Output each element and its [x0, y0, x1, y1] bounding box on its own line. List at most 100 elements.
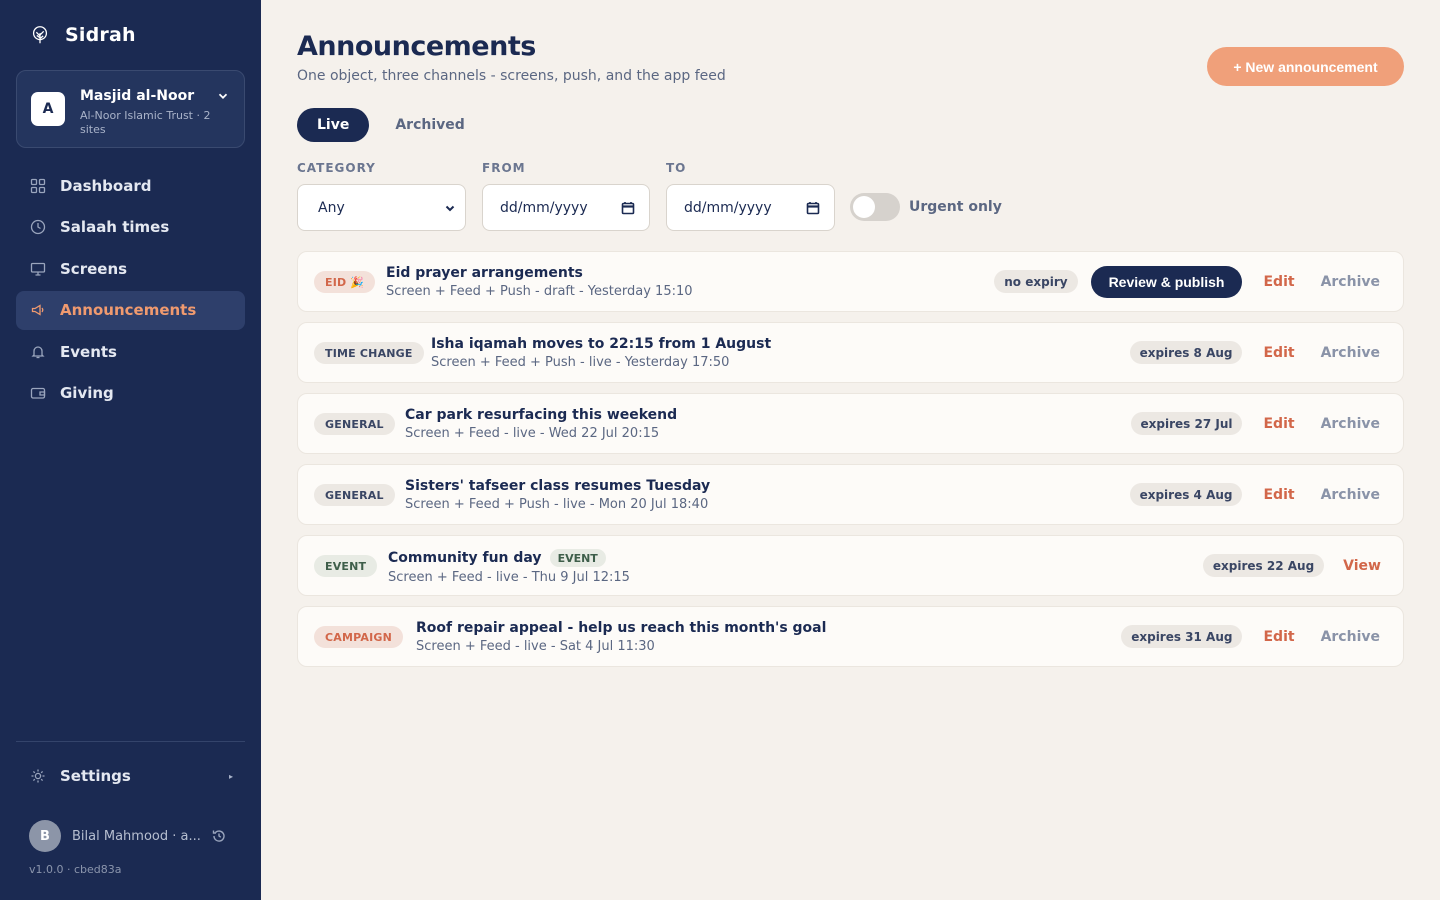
sidebar-item-settings[interactable]: Settings ▸ [16, 758, 245, 794]
archive-link[interactable]: Archive [1321, 487, 1380, 503]
chevron-down-icon [445, 205, 455, 212]
list-item[interactable]: EID 🎉 Eid prayer arrangements Screen + F… [297, 251, 1404, 312]
sidebar-divider [16, 741, 245, 742]
announcement-title-row: Community fun day EVENT [388, 549, 630, 567]
sidebar-item-label: Giving [60, 384, 114, 403]
history-icon[interactable] [211, 828, 227, 844]
announcement-title: Sisters' tafseer class resumes Tuesday [405, 478, 711, 494]
toggle-knob [853, 196, 875, 218]
announcement-meta: Screen + Feed - live - Sat 4 Jul 11:30 [416, 639, 655, 654]
edit-link[interactable]: Edit [1263, 274, 1294, 290]
category-badge: EID 🎉 [314, 271, 376, 293]
sidebar-item-label: Announcements [60, 301, 197, 320]
calendar-icon[interactable] [621, 201, 635, 215]
from-date-input[interactable]: dd/mm/yyyy [482, 184, 650, 231]
category-badge: GENERAL [314, 413, 395, 435]
wallet-icon [30, 385, 46, 401]
announcement-title: Community fun day [388, 550, 542, 566]
announcement-meta: Screen + Feed + Push - live - Mon 20 Jul… [405, 497, 709, 512]
announcement-meta: Screen + Feed - live - Thu 9 Jul 12:15 [388, 570, 630, 585]
announcement-meta: Screen + Feed - live - Wed 22 Jul 20:15 [405, 426, 660, 441]
announcement-meta: Screen + Feed + Push - draft - Yesterday… [386, 284, 693, 299]
announcement-list: EID 🎉 Eid prayer arrangements Screen + F… [297, 251, 1404, 677]
sidebar-item-salaah-times[interactable]: Salaah times [16, 208, 245, 247]
org-avatar: A [31, 92, 65, 126]
tree-logo-icon [32, 26, 48, 44]
bell-icon [30, 344, 46, 360]
announcement-title: Isha iqamah moves to 22:15 from 1 August [431, 336, 772, 352]
list-item[interactable]: GENERAL Car park resurfacing this weeken… [297, 393, 1404, 454]
announcement-title: Car park resurfacing this weekend [405, 407, 678, 423]
urgent-only-toggle[interactable] [850, 193, 900, 221]
list-item[interactable]: TIME CHANGE Isha iqamah moves to 22:15 f… [297, 322, 1404, 383]
status-tabs: Live Archived [297, 108, 483, 142]
expiry-badge: expires 31 Aug [1121, 625, 1243, 648]
org-name: Masjid al-Noor [80, 88, 195, 104]
event-tag: EVENT [549, 549, 606, 567]
category-badge: GENERAL [314, 484, 395, 506]
edit-link[interactable]: Edit [1263, 629, 1294, 645]
main-nav: Dashboard Salaah times Screens Announcem… [16, 166, 245, 416]
avatar: B [29, 820, 61, 852]
to-date-placeholder: dd/mm/yyyy [684, 199, 772, 216]
edit-link[interactable]: Edit [1263, 345, 1294, 361]
edit-link[interactable]: Edit [1263, 487, 1294, 503]
expiry-badge: expires 8 Aug [1129, 341, 1243, 364]
list-item[interactable]: GENERAL Sisters' tafseer class resumes T… [297, 464, 1404, 525]
page-subtitle: One object, three channels - screens, pu… [297, 68, 726, 84]
category-badge: TIME CHANGE [314, 342, 424, 364]
category-select[interactable]: Any [297, 184, 466, 231]
category-badge: EVENT [314, 555, 378, 577]
tab-archived[interactable]: Archived [377, 108, 482, 142]
sun-gear-icon [30, 768, 46, 784]
to-filter-label: TO [666, 161, 687, 175]
app-version: v1.0.0 · cbed83a [29, 863, 122, 876]
grid-icon [30, 178, 46, 194]
edit-link[interactable]: Edit [1263, 416, 1294, 432]
archive-link[interactable]: Archive [1321, 345, 1380, 361]
sidebar-item-dashboard[interactable]: Dashboard [16, 166, 245, 205]
new-announcement-button[interactable]: + New announcement [1207, 47, 1404, 86]
expiry-badge: expires 4 Aug [1129, 483, 1243, 506]
announcement-meta: Screen + Feed + Push - live - Yesterday … [431, 355, 730, 370]
chevron-down-icon [218, 93, 228, 99]
announcement-title: Eid prayer arrangements [386, 265, 583, 281]
sidebar-item-label: Screens [60, 259, 128, 278]
sidebar-item-label: Events [60, 342, 117, 361]
archive-link[interactable]: Archive [1321, 416, 1380, 432]
list-item[interactable]: EVENT Community fun day EVENT Screen + F… [297, 535, 1404, 596]
tab-live[interactable]: Live [297, 108, 370, 142]
announcement-title: Roof repair appeal - help us reach this … [416, 620, 827, 636]
clock-icon [30, 219, 46, 235]
settings-label: Settings [60, 767, 131, 785]
sidebar-item-giving[interactable]: Giving [16, 374, 245, 413]
user-name: Bilal Mahmood · a... [72, 828, 200, 844]
megaphone-icon [30, 302, 46, 318]
org-switcher[interactable]: A Masjid al-Noor Al-Noor Islamic Trust ·… [16, 70, 245, 148]
category-badge: CAMPAIGN [314, 626, 404, 648]
brand[interactable]: Sidrah [29, 24, 136, 46]
sidebar-item-label: Salaah times [60, 218, 170, 237]
to-date-input[interactable]: dd/mm/yyyy [666, 184, 835, 231]
expiry-badge: no expiry [994, 270, 1078, 293]
view-link[interactable]: View [1343, 558, 1381, 574]
archive-link[interactable]: Archive [1321, 274, 1380, 290]
list-item[interactable]: CAMPAIGN Roof repair appeal - help us re… [297, 606, 1404, 667]
from-date-placeholder: dd/mm/yyyy [500, 199, 588, 216]
urgent-only-label: Urgent only [909, 199, 1002, 215]
from-filter-label: FROM [482, 161, 526, 175]
sidebar-item-screens[interactable]: Screens [16, 249, 245, 288]
sidebar: Sidrah A Masjid al-Noor Al-Noor Islamic … [0, 0, 261, 900]
review-publish-button[interactable]: Review & publish [1090, 265, 1243, 298]
category-filter-label: CATEGORY [297, 161, 376, 175]
user-profile[interactable]: B Bilal Mahmood · a... [29, 820, 229, 852]
brand-name: Sidrah [65, 24, 136, 46]
sidebar-item-events[interactable]: Events [16, 332, 245, 371]
sidebar-item-label: Dashboard [60, 176, 152, 195]
sidebar-item-announcements[interactable]: Announcements [16, 290, 245, 330]
calendar-icon[interactable] [806, 201, 820, 215]
expiry-badge: expires 22 Aug [1202, 554, 1325, 577]
monitor-icon [30, 261, 46, 277]
expiry-badge: expires 27 Jul [1130, 412, 1243, 435]
archive-link[interactable]: Archive [1321, 629, 1380, 645]
